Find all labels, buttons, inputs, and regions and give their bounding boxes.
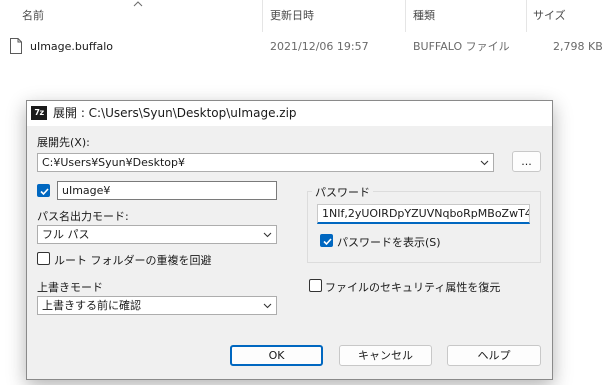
column-header-name[interactable]: 名前 (22, 0, 44, 32)
restore-security-checkbox[interactable] (309, 279, 322, 292)
destination-value: C:¥Users¥Syun¥Desktop¥ (42, 156, 185, 169)
file-icon (10, 38, 22, 54)
password-group (307, 191, 541, 263)
dialog-title: 展開 : C:\Users\Syun\Desktop\uImage.zip (53, 106, 297, 120)
file-modified: 2021/12/06 19:57 (270, 40, 369, 53)
path-mode-value: フル パス (42, 228, 90, 241)
column-header-modified[interactable]: 更新日時 (270, 0, 314, 32)
column-separator[interactable] (262, 0, 263, 32)
show-password-label[interactable]: パスワードを表示(S) (337, 234, 441, 250)
checkmark-icon (40, 188, 49, 196)
chevron-down-icon (263, 232, 272, 238)
column-header-size[interactable]: サイズ (533, 0, 566, 32)
cancel-button[interactable]: キャンセル (339, 345, 432, 366)
column-header-type[interactable]: 種類 (413, 0, 435, 32)
show-password-checkbox[interactable] (320, 234, 333, 247)
7zip-app-icon: 7z (31, 106, 47, 120)
restore-security-label[interactable]: ファイルのセキュリティ属性を復元 (325, 279, 500, 295)
password-group-title: パスワード (312, 184, 373, 200)
file-size: 2,798 KB (553, 40, 603, 53)
password-input[interactable]: 1NIf,2yUOIRDpYZUVNqboRpMBoZwT4PzoUv (317, 204, 530, 224)
ok-button[interactable]: OK (230, 345, 323, 366)
browse-button[interactable]: ... (512, 151, 541, 172)
dialog-titlebar[interactable]: 7z 展開 : C:\Users\Syun\Desktop\uImage.zip (27, 101, 552, 126)
overwrite-mode-select[interactable]: 上書きする前に確認 (37, 296, 277, 315)
destination-label: 展開先(X): (37, 136, 90, 149)
column-separator[interactable] (526, 0, 527, 32)
chevron-down-icon (263, 303, 272, 309)
destination-combo[interactable]: C:¥Users¥Syun¥Desktop¥ (37, 153, 494, 172)
eliminate-duplication-label[interactable]: ルート フォルダーの重複を回避 (54, 252, 212, 268)
path-mode-label: パス名出力モード: (37, 210, 129, 223)
file-row[interactable]: uImage.buffalo 2021/12/06 19:57 BUFFALO … (0, 34, 610, 60)
subfolder-input[interactable]: uImage¥ (57, 181, 277, 200)
overwrite-mode-label: 上書きモード (37, 281, 103, 294)
file-type: BUFFALO ファイル (413, 40, 510, 53)
column-separator[interactable] (405, 0, 406, 32)
overwrite-mode-value: 上書きする前に確認 (42, 299, 141, 312)
eliminate-duplication-checkbox[interactable] (37, 252, 50, 265)
file-name: uImage.buffalo (30, 40, 113, 53)
subfolder-checkbox[interactable] (37, 184, 50, 197)
extract-dialog: 7z 展開 : C:\Users\Syun\Desktop\uImage.zip… (26, 100, 553, 380)
path-mode-select[interactable]: フル パス (37, 225, 277, 244)
checkmark-icon (323, 238, 332, 246)
chevron-down-icon (480, 160, 489, 166)
help-button[interactable]: ヘルプ (447, 345, 541, 366)
sort-up-icon (133, 1, 143, 7)
